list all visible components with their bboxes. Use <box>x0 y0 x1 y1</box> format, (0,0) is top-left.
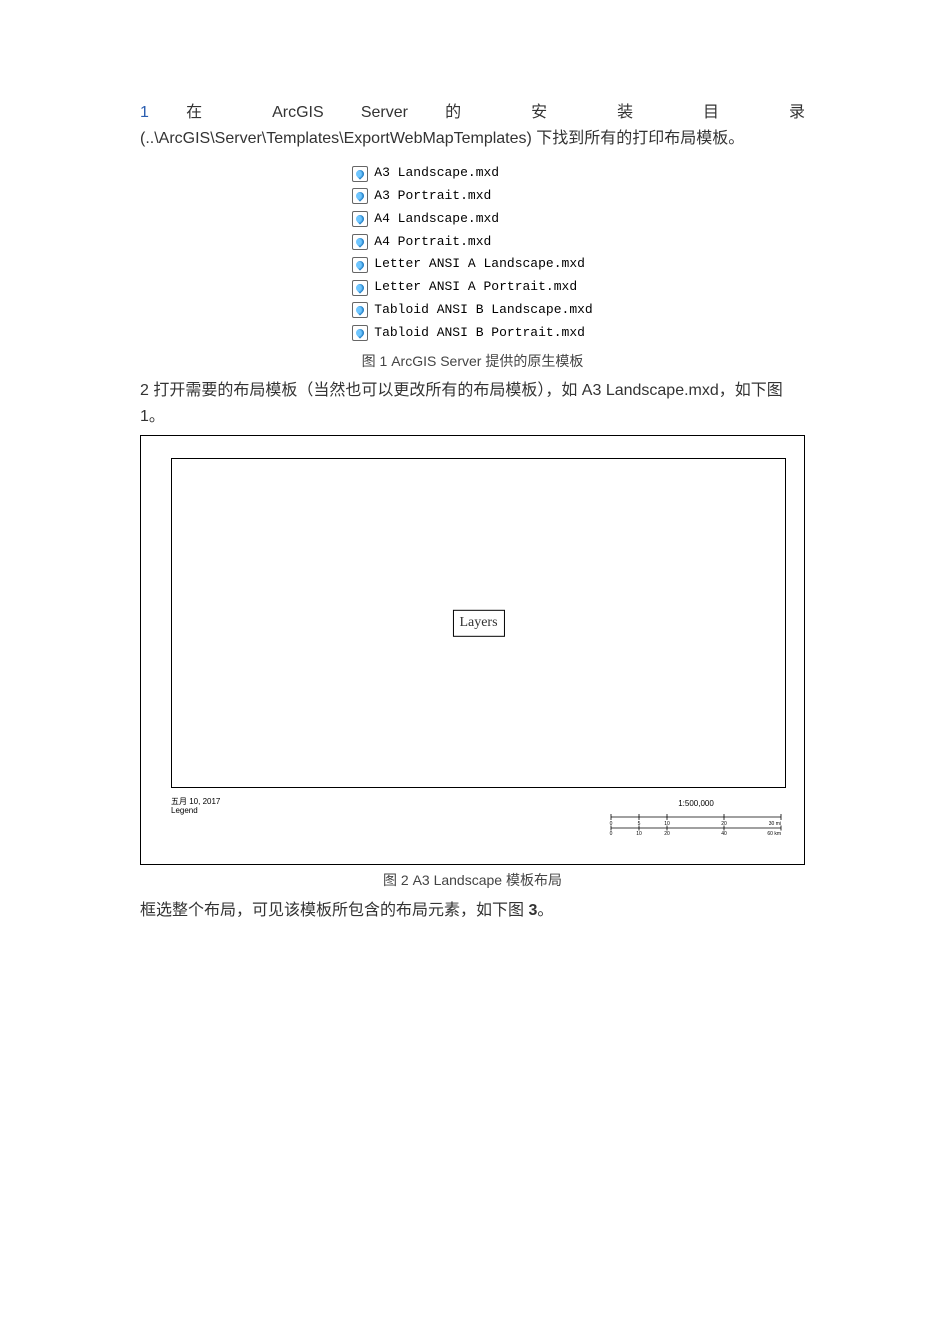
document-page: 1 在 ArcGIS Server 的 安 装 目 录 (..\ArcGIS\S… <box>0 0 945 1005</box>
p1-w6: 装 <box>617 104 666 121</box>
file-name: A4 Landscape.mxd <box>374 209 499 230</box>
svg-text:30 mi: 30 mi <box>769 821 781 827</box>
paragraph-1-line-1: 1 在 ArcGIS Server 的 安 装 目 录 <box>140 100 805 126</box>
layout-footer-row: 五月 10, 2017 Legend 1:500,000 0 5 <box>171 798 786 835</box>
svg-text:0: 0 <box>610 831 613 835</box>
file-name: Tabloid ANSI B Portrait.mxd <box>374 323 585 344</box>
file-item: Tabloid ANSI B Landscape.mxd <box>352 300 592 321</box>
file-name: A3 Portrait.mxd <box>374 186 491 207</box>
figure-1-caption: 图 1 ArcGIS Server 提供的原生模板 <box>140 350 805 372</box>
svg-text:20: 20 <box>664 831 670 835</box>
paragraph-1-line-2: (..\ArcGIS\Server\Templates\ExportWebMap… <box>140 126 805 152</box>
mxd-file-icon <box>352 234 368 250</box>
file-name: Tabloid ANSI B Landscape.mxd <box>374 300 592 321</box>
file-name: A4 Portrait.mxd <box>374 232 491 253</box>
file-item: Letter ANSI A Portrait.mxd <box>352 277 577 298</box>
svg-text:40: 40 <box>721 831 727 835</box>
layout-legend-label: Legend <box>171 807 220 816</box>
scale-block: 1:500,000 0 5 10 20 30 mi <box>606 798 786 835</box>
template-file-list: A3 Landscape.mxd A3 Portrait.mxd A4 Land… <box>352 163 592 343</box>
p1-w8: 录 <box>789 104 805 121</box>
paragraph-3-b: 。 <box>537 902 553 919</box>
file-item: A4 Portrait.mxd <box>352 232 491 253</box>
figure-2-caption: 图 2 A3 Landscape 模板布局 <box>140 869 805 891</box>
mxd-file-icon <box>352 257 368 273</box>
date-legend-block: 五月 10, 2017 Legend <box>171 798 220 816</box>
mxd-file-icon <box>352 166 368 182</box>
mxd-file-icon <box>352 211 368 227</box>
layers-label: Layers <box>452 610 504 636</box>
file-item: Letter ANSI A Landscape.mxd <box>352 254 585 275</box>
mxd-file-icon <box>352 280 368 296</box>
paragraph-3-a: 框选整个布局，可见该模板所包含的布局元素，如下图 <box>140 902 528 919</box>
file-item: A3 Portrait.mxd <box>352 186 491 207</box>
mxd-file-icon <box>352 325 368 341</box>
mxd-file-icon <box>352 188 368 204</box>
file-name: A3 Landscape.mxd <box>374 163 499 184</box>
scale-bar: 0 5 10 20 30 mi 0 10 20 <box>606 813 786 835</box>
paragraph-2: 2 打开需要的布局模板（当然也可以更改所有的布局模板），如 A3 Landsca… <box>140 378 805 429</box>
map-data-frame: Layers <box>171 458 786 788</box>
file-item: Tabloid ANSI B Portrait.mxd <box>352 323 585 344</box>
p1-w2: ArcGIS <box>272 104 324 121</box>
layout-preview: Layers 五月 10, 2017 Legend 1:500,000 <box>140 435 805 865</box>
step-number-2: 2 <box>140 382 149 399</box>
p1-w1: 在 <box>186 104 235 121</box>
p1-w3: Server <box>361 104 408 121</box>
file-item: A4 Landscape.mxd <box>352 209 499 230</box>
paragraph-2-text: 打开需要的布局模板（当然也可以更改所有的布局模板），如 A3 Landscape… <box>140 382 783 425</box>
paragraph-3: 框选整个布局，可见该模板所包含的布局元素，如下图 3。 <box>140 898 805 924</box>
step-number-1: 1 <box>140 104 149 121</box>
svg-text:60 km: 60 km <box>767 831 781 835</box>
file-name: Letter ANSI A Landscape.mxd <box>374 254 585 275</box>
scale-ratio: 1:500,000 <box>606 798 786 811</box>
p1-w7: 目 <box>703 104 752 121</box>
p1-w4: 的 <box>445 104 494 121</box>
mxd-file-icon <box>352 302 368 318</box>
file-item: A3 Landscape.mxd <box>352 163 499 184</box>
file-name: Letter ANSI A Portrait.mxd <box>374 277 577 298</box>
p1-w5: 安 <box>531 104 580 121</box>
svg-text:10: 10 <box>636 831 642 835</box>
